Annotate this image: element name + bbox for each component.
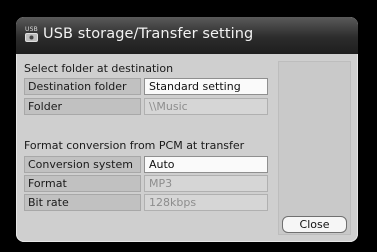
- bit-rate-value: 128kbps: [144, 194, 268, 211]
- bit-rate-row: Bit rate 128kbps: [24, 194, 272, 211]
- destination-section-heading: Select folder at destination: [24, 62, 174, 75]
- settings-panel: Select folder at destination Destination…: [24, 61, 272, 235]
- usb-icon-label: USB: [25, 26, 38, 33]
- destination-folder-value[interactable]: Standard setting: [144, 78, 268, 95]
- folder-label: Folder: [24, 98, 141, 115]
- close-button[interactable]: Close: [282, 216, 347, 233]
- folder-row: Folder \\Music: [24, 98, 272, 115]
- conversion-system-label: Conversion system: [24, 156, 141, 173]
- transfer-settings-window: USB USB storage/Transfer setting Select …: [16, 17, 358, 242]
- title-bar: USB USB storage/Transfer setting: [16, 17, 358, 54]
- destination-folder-row[interactable]: Destination folder Standard setting: [24, 78, 272, 95]
- format-label: Format: [24, 175, 141, 192]
- conversion-section-heading: Format conversion from PCM at transfer: [24, 139, 245, 152]
- destination-folder-label: Destination folder: [24, 78, 141, 95]
- usb-storage-icon: USB: [25, 26, 40, 43]
- conversion-system-row[interactable]: Conversion system Auto: [24, 156, 272, 173]
- window-title: USB storage/Transfer setting: [43, 26, 254, 42]
- format-row: Format MP3: [24, 175, 272, 192]
- bit-rate-label: Bit rate: [24, 194, 141, 211]
- folder-value: \\Music: [144, 98, 268, 115]
- side-panel: [278, 61, 351, 235]
- conversion-system-value[interactable]: Auto: [144, 156, 268, 173]
- format-value: MP3: [144, 175, 268, 192]
